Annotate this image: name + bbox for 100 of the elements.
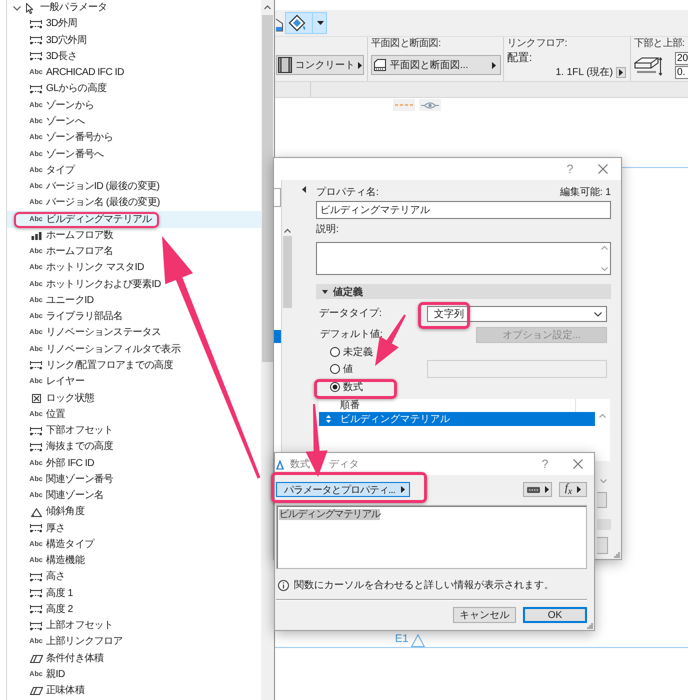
table-row[interactable]: ビルディングマテリアル (319, 412, 595, 426)
caret-right-icon (577, 486, 582, 493)
function-button[interactable]: f$_{x}$ (559, 482, 587, 497)
field-label: 説明: (316, 224, 339, 236)
dimension-icon (30, 20, 42, 29)
edit-status: 編集可能: 1 (560, 187, 611, 199)
dialog-button[interactable] (597, 492, 607, 508)
slab-height-icon (634, 54, 662, 76)
radio-option[interactable]: 未定義 (330, 343, 373, 360)
dimension-icon (30, 605, 42, 614)
material-button[interactable]: コンクリート (276, 55, 364, 75)
parameter-item[interactable]: 厚さ (7, 520, 261, 537)
keyboard-icon (526, 486, 540, 492)
parallelogram-icon (30, 687, 42, 696)
dimension-icon (30, 572, 42, 582)
parallelogram-icon (30, 654, 42, 663)
scroll-down-icon (600, 267, 608, 271)
dimension-icon (30, 84, 42, 94)
field-label: データタイプ: (318, 308, 383, 320)
parameters-button[interactable]: パラメータとプロパティ... (276, 482, 410, 497)
collapse-arrow-icon (302, 186, 306, 193)
field-label: プロパティ名: (316, 187, 379, 199)
info-icon (278, 580, 289, 590)
radio-option[interactable]: 値 (330, 360, 353, 378)
cursor-icon (26, 2, 33, 14)
scrollbar[interactable] (261, 0, 274, 700)
dialog-button[interactable] (597, 537, 608, 554)
elevation-label: E1 (395, 633, 408, 645)
dimension-icon (30, 442, 42, 452)
section-header[interactable]: 値定義 (316, 284, 611, 299)
dimension-icon (30, 361, 42, 370)
parameter-item[interactable]: 3D外周 (7, 16, 261, 33)
visibility-button[interactable] (419, 99, 441, 111)
parameter-item[interactable]: 海抜までの高度 (7, 439, 261, 456)
property-name-field[interactable]: ビルディングマテリアル (316, 201, 611, 219)
parameter-item[interactable]: 高度 1 (7, 586, 261, 602)
description-field[interactable] (316, 242, 611, 275)
parameter-item[interactable]: 3D長さ (7, 48, 261, 66)
dialog-button[interactable]: キャンセル (453, 607, 516, 623)
parameter-item[interactable]: GLからの高度 (7, 81, 261, 98)
parameter-item[interactable]: 上部オフセット (7, 618, 261, 634)
section-caption: リンクフロア: (507, 38, 567, 50)
close-icon (598, 164, 608, 174)
parameter-group[interactable]: 一般パラメータ (7, 0, 261, 16)
search-field[interactable] (274, 188, 281, 207)
chevron-down-icon (594, 312, 602, 316)
drag-handle-icon (326, 415, 331, 423)
crossed-square-icon (32, 394, 40, 403)
eye-icon (421, 102, 439, 108)
material-swatch-icon (278, 57, 292, 73)
parameter-item[interactable]: 条件付き体積 (7, 650, 261, 667)
parameter-item[interactable]: 正味体積 (7, 683, 261, 700)
dimension-icon (30, 589, 42, 598)
section-caption: 下部と上部: (634, 38, 684, 50)
tool-button[interactable] (285, 12, 327, 34)
section-header[interactable] (597, 519, 611, 530)
formula-text: ビルディングマテリアル (279, 509, 380, 520)
height-field[interactable]: 20 (675, 52, 688, 65)
caret-right-icon (619, 68, 623, 76)
parameter-item[interactable]: 3D穴外周 (7, 32, 261, 49)
parameter-item[interactable]: 傾斜角度 (7, 504, 261, 520)
floor-value: 1. 1FL (現在) (556, 66, 613, 79)
section-caption: 平面図と断面図: (371, 38, 441, 50)
dialog-button[interactable]: OK (523, 607, 587, 623)
floor-plan-icon (373, 58, 387, 72)
caret-right-icon (358, 62, 362, 68)
drawing-line (622, 167, 688, 168)
floor-plan-button[interactable]: 平面図と断面図... (371, 55, 501, 75)
chevron-down-icon (600, 479, 607, 483)
window-title: ディタ (329, 458, 359, 471)
field-label: 配置: (507, 52, 532, 64)
line-style-button[interactable] (393, 99, 415, 111)
dashed-line-icon (395, 104, 413, 106)
dimension-icon (30, 36, 42, 46)
parameter-item[interactable]: リンク/配置フロアまでの高度 (7, 358, 261, 374)
parameter-item[interactable]: ホームフロア数 (7, 228, 261, 244)
parameter-item[interactable]: 高度 2 (7, 602, 261, 618)
field-label: デフォルト値: (319, 329, 384, 341)
scroll-up-icon (600, 246, 608, 250)
parameter-item[interactable]: ロック状態 (7, 390, 261, 407)
parameter-item[interactable]: 下部オフセット (7, 422, 261, 440)
bar-chart-icon (30, 231, 42, 240)
scrollbar-thumb[interactable] (262, 15, 273, 362)
scrollbar-thumb[interactable] (283, 236, 292, 308)
radio-option[interactable]: 数式 (330, 378, 363, 395)
floor-menu-button[interactable] (616, 66, 626, 78)
close-icon (573, 459, 583, 469)
data-type-dropdown[interactable]: 文字列 (427, 306, 607, 322)
dimension-icon (30, 622, 42, 631)
dimension-icon (30, 524, 42, 534)
formula-field[interactable]: ビルディングマテリアル (276, 505, 587, 569)
height-field[interactable]: 0. (675, 66, 688, 79)
hint-text: 関数にカーソルを合わせると詳しい情報が表示されます。 (294, 578, 554, 592)
dimension-icon (30, 52, 42, 62)
parameter-item[interactable]: 高さ (7, 569, 261, 586)
scroll-up-icon (599, 414, 606, 418)
keyboard-button[interactable] (523, 482, 552, 497)
dimension-icon (30, 426, 42, 436)
caret-down-icon (317, 21, 324, 25)
caret-right-icon (492, 62, 496, 68)
